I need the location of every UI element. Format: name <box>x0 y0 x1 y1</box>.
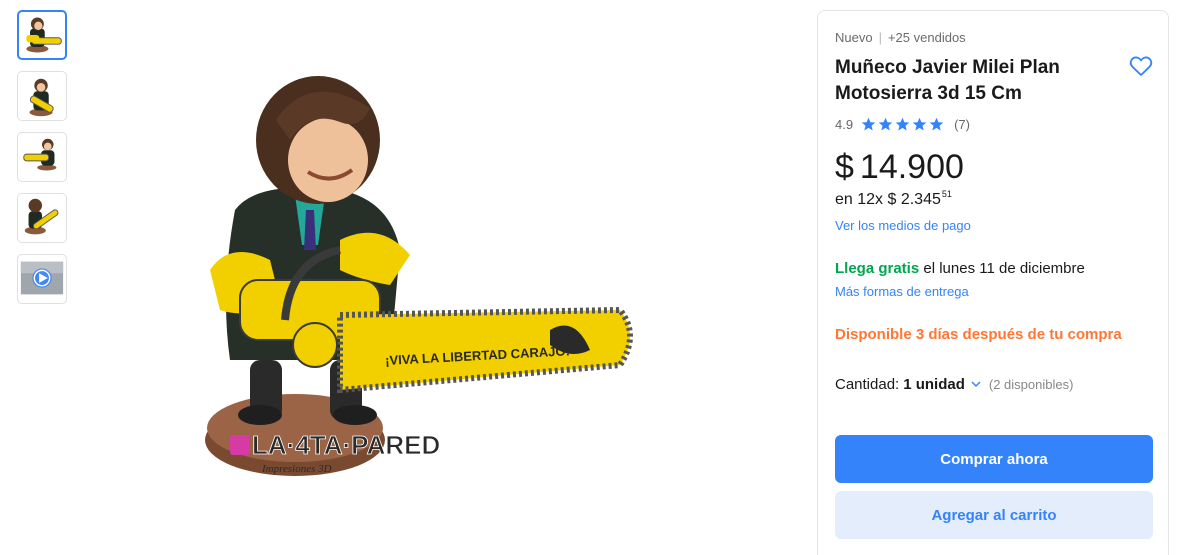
availability-notice: Disponible 3 días después de tu compra <box>835 326 1122 343</box>
heart-icon[interactable] <box>1129 55 1153 77</box>
buy-now-button[interactable]: Comprar ahora <box>835 435 1153 483</box>
sold-count: +25 vendidos <box>887 30 966 45</box>
price: $14.900 <box>835 148 964 187</box>
quantity-value[interactable]: 1 unidad <box>903 376 965 393</box>
star-icon <box>895 117 910 131</box>
purchase-panel: Nuevo | +25 vendidos Muñeco Javier Milei P… <box>817 10 1169 555</box>
product-main-image[interactable]: ¡VIVA LA LIBERTAD CARAJO! LA·4TA·PARED I… <box>190 60 660 510</box>
quantity-label: Cantidad: <box>835 376 900 393</box>
installments: en 12x $ 2.34551 <box>835 189 952 209</box>
payment-methods-link[interactable]: Ver los medios de pago <box>835 218 971 233</box>
thumbnail-3[interactable] <box>17 132 67 182</box>
rating-count: (7) <box>954 117 970 132</box>
product-subtitle: Nuevo | +25 vendidos <box>835 30 966 45</box>
watermark-subtitle: Impresiones 3D <box>261 463 332 475</box>
installments-text: en 12x $ 2.345 <box>835 191 941 208</box>
star-icon <box>929 117 944 131</box>
thumbnail-2[interactable] <box>17 71 67 121</box>
thumbnail-4[interactable] <box>17 193 67 243</box>
add-to-cart-button[interactable]: Agregar al carrito <box>835 491 1153 539</box>
chevron-down-icon[interactable] <box>971 381 981 388</box>
subtitle-separator: | <box>878 30 882 45</box>
stock-available: (2 disponibles) <box>988 377 1074 392</box>
free-shipping-label: Llega gratis <box>835 260 920 277</box>
star-icon <box>912 117 927 131</box>
product-title: Muñeco Javier Milei Plan Motosierra 3d 1… <box>835 57 1060 104</box>
delivery-options-link[interactable]: Más formas de entrega <box>835 284 969 299</box>
price-currency: $ <box>835 148 854 186</box>
rating-value: 4.9 <box>835 117 854 132</box>
delivery-date: el lunes 11 de diciembre <box>919 260 1085 277</box>
star-icon <box>861 117 876 131</box>
thumbnail-1[interactable] <box>17 10 67 60</box>
figurine-chainsaw-image: ¡VIVA LA LIBERTAD CARAJO! LA·4TA·PARED I… <box>205 76 633 476</box>
thumbnail-gallery <box>17 10 67 315</box>
rating-row[interactable]: 4.9 (7) <box>835 117 970 132</box>
condition-label: Nuevo <box>835 30 873 45</box>
installments-cents: 51 <box>941 189 952 199</box>
rating-stars <box>861 117 946 132</box>
star-icon <box>878 117 893 131</box>
watermark-title: LA·4TA·PARED <box>252 430 440 460</box>
shipping-info: Llega gratis el lunes 11 de diciembre <box>835 260 1085 277</box>
quantity-selector[interactable]: Cantidad: 1 unidad (2 disponibles) <box>835 376 1073 393</box>
price-amount: 14.900 <box>859 148 964 186</box>
thumbnail-video[interactable] <box>17 254 67 304</box>
